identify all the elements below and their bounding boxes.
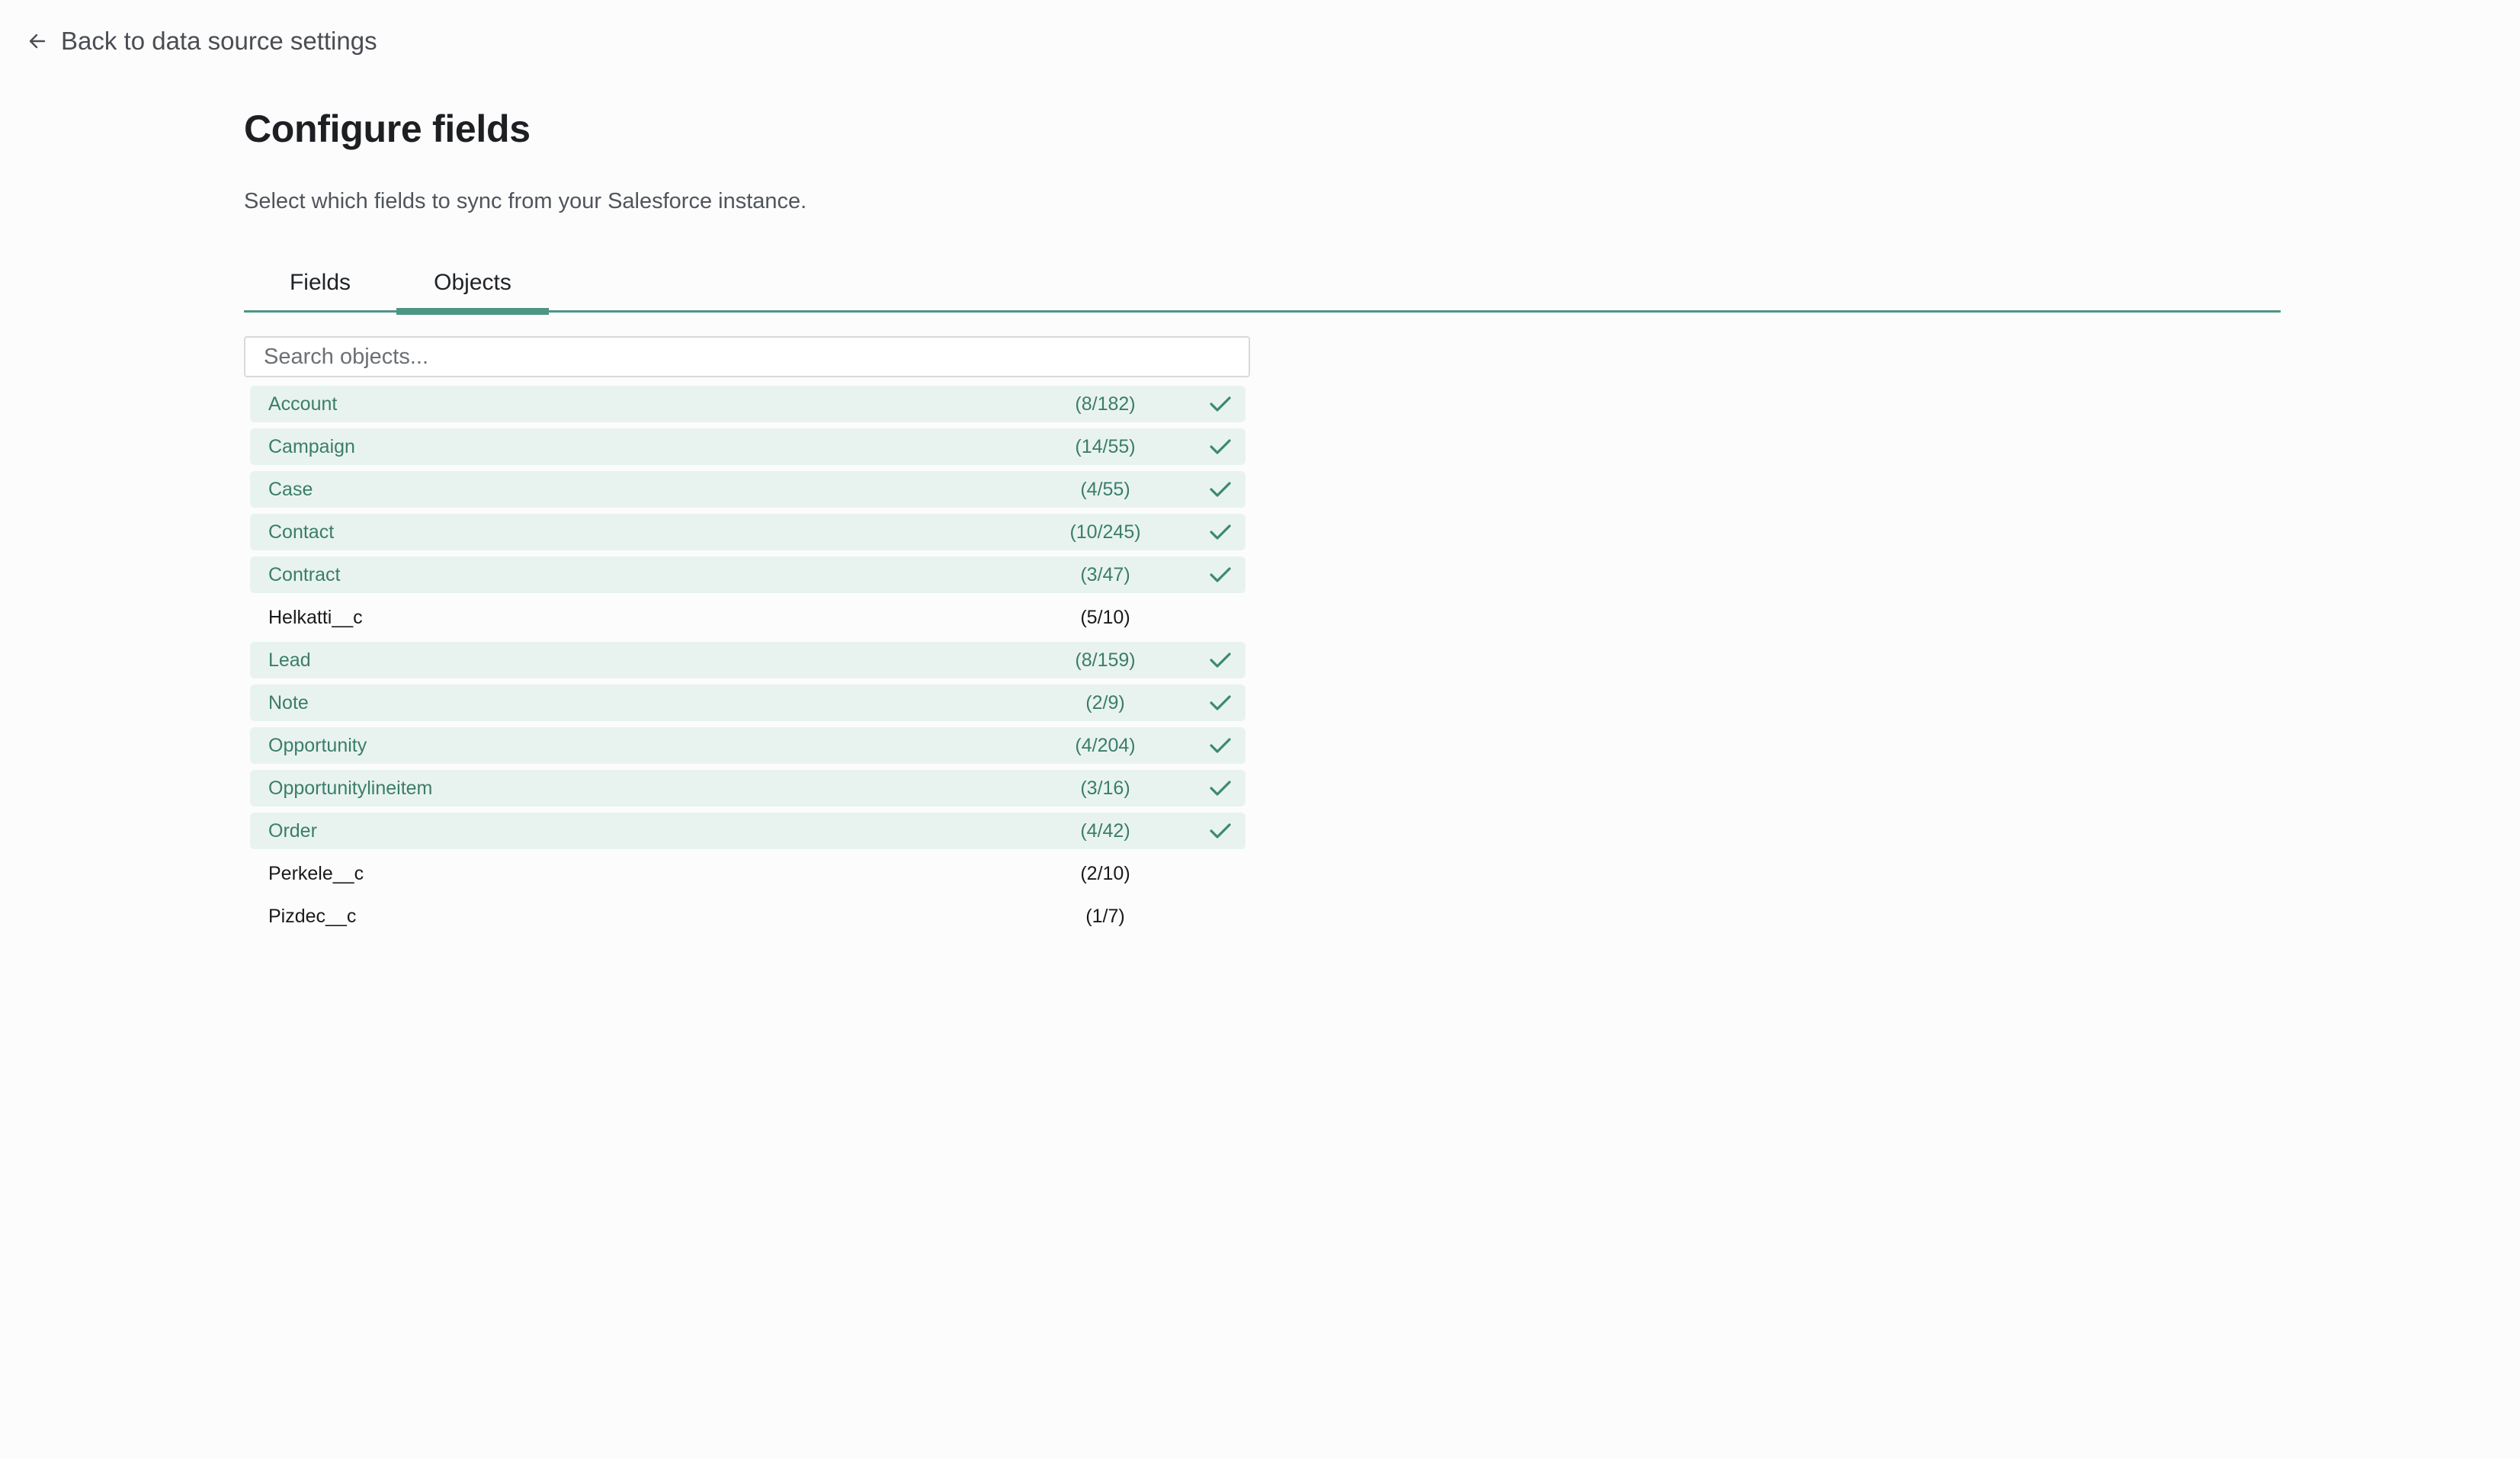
object-field-count: (4/42) xyxy=(1080,819,1130,842)
check-icon xyxy=(1209,395,1232,413)
object-row[interactable]: Contact (10/245) xyxy=(250,514,1246,550)
object-row[interactable]: Case (4/55) xyxy=(250,471,1246,508)
check-icon xyxy=(1209,736,1232,755)
page-subtitle: Select which fields to sync from your Sa… xyxy=(244,189,807,213)
object-name: Opportunitylineitem xyxy=(268,777,433,799)
object-field-count: (4/55) xyxy=(1080,478,1130,500)
object-field-count: (1/7) xyxy=(1085,905,1125,927)
object-field-count: (14/55) xyxy=(1075,435,1136,457)
object-name: Perkele__c xyxy=(268,862,364,884)
check-icon xyxy=(1209,779,1232,797)
check-icon xyxy=(1209,694,1232,712)
object-name: Contract xyxy=(268,563,341,585)
object-name: Order xyxy=(268,819,317,842)
tab-fields[interactable]: Fields xyxy=(244,270,396,313)
object-row[interactable]: Lead (8/159) xyxy=(250,642,1246,678)
object-row[interactable]: Contract (3/47) xyxy=(250,556,1246,593)
object-row[interactable]: Opportunity (4/204) xyxy=(250,727,1246,764)
object-field-count: (2/9) xyxy=(1085,691,1125,713)
object-row[interactable]: Note (2/9) xyxy=(250,685,1246,721)
object-row[interactable]: Helkatti__c (5/10) xyxy=(250,599,1246,636)
object-field-count: (10/245) xyxy=(1069,521,1141,543)
object-name: Pizdec__c xyxy=(268,905,357,927)
object-name: Note xyxy=(268,691,309,713)
object-row[interactable]: Perkele__c (2/10) xyxy=(250,855,1246,892)
object-list: Account (8/182) Campaign (14/55) Case (4/55) C… xyxy=(250,386,1246,941)
back-to-settings-link[interactable]: Back to data source settings xyxy=(27,23,377,59)
object-row[interactable]: Campaign (14/55) xyxy=(250,428,1246,465)
search-objects-input[interactable] xyxy=(244,336,1250,377)
object-field-count: (5/10) xyxy=(1080,606,1130,628)
object-name: Contact xyxy=(268,521,335,543)
object-row[interactable]: Order (4/42) xyxy=(250,813,1246,849)
object-name: Account xyxy=(268,393,338,415)
check-icon xyxy=(1209,651,1232,669)
object-name: Helkatti__c xyxy=(268,606,363,628)
check-icon xyxy=(1209,523,1232,541)
object-field-count: (4/204) xyxy=(1075,734,1136,756)
object-row[interactable]: Account (8/182) xyxy=(250,386,1246,422)
object-name: Case xyxy=(268,478,313,500)
object-row[interactable]: Opportunitylineitem (3/16) xyxy=(250,770,1246,806)
object-field-count: (8/182) xyxy=(1075,393,1136,415)
check-icon xyxy=(1209,566,1232,584)
object-field-count: (3/47) xyxy=(1080,563,1130,585)
object-field-count: (2/10) xyxy=(1080,862,1130,884)
check-icon xyxy=(1209,438,1232,456)
check-icon xyxy=(1209,480,1232,499)
object-field-count: (8/159) xyxy=(1075,649,1136,671)
tab-bar: Fields Objects xyxy=(244,259,2281,315)
page-title: Configure fields xyxy=(244,107,531,150)
object-name: Campaign xyxy=(268,435,355,457)
configure-fields-page: Back to data source settings Configure f… xyxy=(0,0,2520,1459)
object-name: Lead xyxy=(268,649,311,671)
object-name: Opportunity xyxy=(268,734,367,756)
arrow-left-icon xyxy=(27,31,47,51)
tab-objects[interactable]: Objects xyxy=(396,270,549,315)
back-link-label: Back to data source settings xyxy=(61,27,377,55)
object-row[interactable]: Pizdec__c (1/7) xyxy=(250,898,1246,935)
object-field-count: (3/16) xyxy=(1080,777,1130,799)
check-icon xyxy=(1209,822,1232,840)
